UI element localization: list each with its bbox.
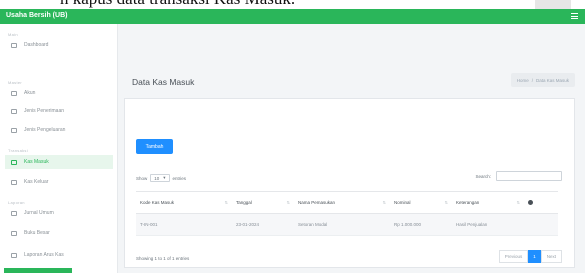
file-icon: [11, 210, 17, 216]
column-header-nominal[interactable]: Nominal ⇅: [390, 191, 452, 214]
sidebar-item-kas-keluar[interactable]: Kas Keluar: [5, 175, 113, 189]
top-navbar: Usaha Bersih (UB): [0, 9, 585, 24]
page-button-1[interactable]: 1: [528, 250, 541, 263]
sort-icon: ⇅: [516, 200, 520, 205]
page-title: Data Kas Masuk: [132, 77, 195, 87]
entries-select[interactable]: 10 ▾: [150, 174, 170, 182]
menu-toggle-icon[interactable]: [571, 13, 578, 19]
column-header-action[interactable]: [524, 191, 558, 214]
sidebar-heading-laporan: Laporan: [8, 200, 25, 205]
sidebar: Main Dashboard Master Akun Jenis Penerim…: [0, 24, 118, 273]
column-header-nama-pemasukan[interactable]: Nama Pemasukan ⇅: [294, 191, 390, 214]
search-label: Search:: [475, 173, 491, 179]
sidebar-item-jurnal-umum[interactable]: Jurnal Umum: [5, 206, 113, 220]
breadcrumb: Home / Data Kas Masuk: [510, 73, 575, 87]
sort-icon: ⇅: [382, 200, 386, 205]
sidebar-item-buku-besar[interactable]: Buku Besar: [5, 226, 113, 240]
chevron-down-icon: ▾: [163, 175, 166, 180]
table-icon: [11, 179, 17, 185]
column-header-kode[interactable]: Kode Kas Masuk ⇅: [136, 191, 232, 214]
brand-title: Usaha Bersih (UB): [6, 12, 68, 19]
cell-tanggal: 23-01-2024: [232, 213, 294, 236]
main-content: Data Kas Masuk Home / Data Kas Masuk Tam…: [118, 24, 585, 273]
kas-masuk-table: Kode Kas Masuk ⇅ Tanggal ⇅ Nama Pemasukan ⇅…: [136, 191, 558, 236]
add-button[interactable]: Tambah: [136, 139, 173, 154]
sidebar-item-label: Laporan Arus Kas: [24, 252, 64, 258]
sidebar-item-dashboard[interactable]: Dashboard: [5, 38, 113, 52]
pagination: Previous 1 Next: [498, 250, 562, 263]
sidebar-heading-main: Main: [8, 32, 18, 37]
document-caption: n kapus data transaksi Kas Masuk.: [0, 0, 585, 9]
sidebar-item-akun[interactable]: Akun: [5, 86, 113, 100]
data-card: Tambah Show 10 ▾ entries Search: Kode Ka…: [124, 98, 575, 268]
cell-nama-pemasukan: Setoran Modal: [294, 213, 390, 236]
sidebar-heading-master: Master: [8, 80, 23, 85]
sidebar-item-label: Jenis Pengeluaran: [24, 127, 66, 133]
home-icon: [11, 42, 17, 48]
cell-nominal: Rp 1.000.000: [390, 213, 452, 236]
caption-text: n kapus data transaksi Kas Masuk.: [60, 0, 295, 9]
entries-value: 10: [154, 175, 160, 181]
sort-icon: ⇅: [286, 200, 290, 205]
sidebar-item-laporan-arus-kas[interactable]: Laporan Arus Kas: [5, 248, 113, 262]
document-icon: [11, 108, 17, 114]
action-dot-icon: [528, 199, 533, 205]
sidebar-item-label: Akun: [24, 90, 36, 96]
sidebar-item-label: Kas Keluar: [24, 179, 49, 185]
cell-action[interactable]: [524, 213, 558, 236]
caption-corner: [535, 0, 571, 9]
next-button[interactable]: Next: [540, 250, 562, 263]
calendar-icon: [11, 90, 17, 96]
list-icon: [11, 127, 17, 133]
search-input[interactable]: [496, 171, 562, 181]
sidebar-item-kas-masuk[interactable]: Kas Masuk: [5, 155, 113, 169]
breadcrumb-home-link[interactable]: Home: [517, 78, 529, 83]
sidebar-item-jenis-penerimaan[interactable]: Jenis Penerimaan: [5, 104, 113, 118]
column-header-tanggal[interactable]: Tanggal ⇅: [232, 191, 294, 214]
sidebar-item-label: Buku Besar: [24, 230, 50, 236]
breadcrumb-current: Data Kas Masuk: [535, 77, 569, 83]
cell-keterangan: Hasil Penjualan: [452, 213, 524, 236]
entries-label: entries: [172, 175, 187, 181]
report-icon: [11, 252, 17, 258]
cell-kode: T-IN-001: [136, 213, 232, 236]
table-search: Search:: [475, 171, 562, 181]
sidebar-item-label: Jurnal Umum: [24, 210, 54, 216]
show-label: Show: [136, 175, 148, 181]
entries-length-control: Show 10 ▾ entries: [136, 174, 186, 182]
table-info: Showing 1 to 1 of 1 entries: [136, 256, 190, 261]
table-row: T-IN-001 23-01-2024 Setoran Modal Rp 1.0…: [136, 213, 558, 236]
sort-icon: ⇅: [444, 200, 448, 205]
sidebar-scroll-indicator: [4, 268, 72, 273]
sort-icon: ⇅: [224, 200, 228, 205]
sidebar-item-jenis-pengeluaran[interactable]: Jenis Pengeluaran: [5, 123, 113, 137]
column-header-keterangan[interactable]: Keterangan ⇅: [452, 191, 524, 214]
sidebar-item-label: Jenis Penerimaan: [24, 108, 65, 114]
sidebar-item-label: Dashboard: [24, 42, 49, 48]
table-header-row: Kode Kas Masuk ⇅ Tanggal ⇅ Nama Pemasukan ⇅…: [136, 191, 558, 214]
wallet-icon: [11, 159, 17, 165]
sidebar-item-label: Kas Masuk: [24, 159, 49, 165]
breadcrumb-separator: /: [531, 77, 533, 83]
sidebar-heading-transaksi: Transaksi: [8, 148, 28, 153]
previous-button[interactable]: Previous: [498, 250, 529, 263]
grid-icon: [11, 230, 17, 236]
app-window: Usaha Bersih (UB) Main Dashboard Master …: [0, 9, 585, 273]
